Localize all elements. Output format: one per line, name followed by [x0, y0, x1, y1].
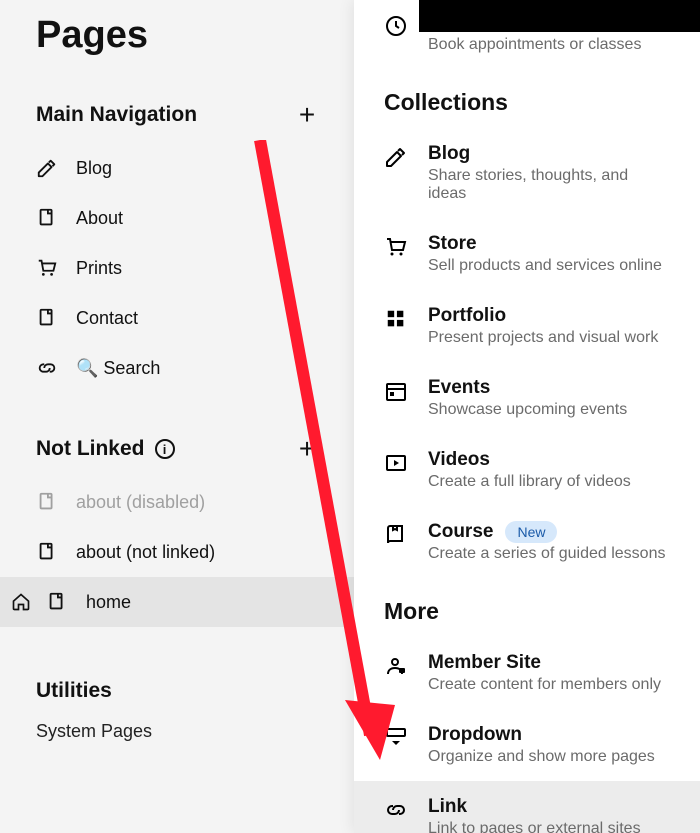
dropdown-icon — [384, 726, 408, 750]
page-icon — [36, 207, 58, 229]
menu-title: Portfolio — [428, 305, 670, 327]
nav-label: home — [86, 592, 131, 613]
add-main-nav-button[interactable]: + — [295, 103, 319, 127]
nav-label: about (not linked) — [76, 542, 215, 563]
group-title-collections: Collections — [354, 69, 700, 128]
menu-title: Link — [428, 796, 670, 818]
pen-icon — [384, 145, 408, 169]
page-icon — [36, 491, 58, 513]
menu-desc: Create content for members only — [428, 676, 670, 694]
nav-label: about (disabled) — [76, 492, 205, 513]
page-icon — [46, 591, 68, 613]
nav-item-about-disabled[interactable]: about (disabled) — [36, 477, 319, 527]
menu-desc: Create a series of guided lessons — [428, 545, 670, 563]
window-top-blackbar — [419, 0, 700, 32]
info-icon[interactable]: i — [155, 439, 175, 459]
nav-item-blog[interactable]: Blog — [36, 143, 319, 193]
menu-desc: Share stories, thoughts, and ideas — [428, 167, 670, 203]
page-icon — [36, 541, 58, 563]
nav-item-contact[interactable]: Contact — [36, 293, 319, 343]
menu-desc: Create a full library of videos — [428, 473, 670, 491]
menu-title: Dropdown — [428, 724, 670, 746]
menu-desc: Book appointments or classes — [428, 36, 670, 54]
nav-item-about-notlinked[interactable]: about (not linked) — [36, 527, 319, 577]
video-icon — [384, 451, 408, 475]
link-icon — [36, 357, 58, 379]
menu-item-videos[interactable]: Videos Create a full library of videos — [354, 434, 700, 506]
grid-icon — [384, 307, 408, 331]
menu-title: Blog — [428, 143, 670, 165]
not-linked-section: Not Linked i + about (disabled) about (n… — [0, 427, 355, 577]
main-navigation-title: Main Navigation — [36, 103, 197, 127]
cart-icon — [36, 257, 58, 279]
nav-item-about[interactable]: About — [36, 193, 319, 243]
nav-item-home[interactable]: home — [0, 577, 355, 627]
nav-label: Blog — [76, 158, 112, 179]
menu-item-portfolio[interactable]: Portfolio Present projects and visual wo… — [354, 290, 700, 362]
member-icon — [384, 654, 408, 678]
menu-item-course[interactable]: Course New Create a series of guided les… — [354, 506, 700, 578]
menu-desc: Sell products and services online — [428, 257, 670, 275]
menu-desc: Showcase upcoming events — [428, 401, 670, 419]
menu-title: Course New — [428, 521, 670, 543]
link-icon — [384, 798, 408, 822]
menu-desc: Organize and show more pages — [428, 748, 670, 766]
nav-item-prints[interactable]: Prints — [36, 243, 319, 293]
nav-label: Prints — [76, 258, 122, 279]
menu-title: Store — [428, 233, 670, 255]
menu-item-dropdown[interactable]: Dropdown Organize and show more pages — [354, 709, 700, 781]
menu-title: Videos — [428, 449, 670, 471]
utilities-section: Utilities System Pages — [0, 679, 355, 752]
pen-icon — [36, 157, 58, 179]
home-icon — [10, 591, 32, 613]
menu-title: Member Site — [428, 652, 670, 674]
menu-item-store[interactable]: Store Sell products and services online — [354, 218, 700, 290]
calendar-icon — [384, 379, 408, 403]
nav-item-search[interactable]: 🔍 Search — [36, 343, 319, 393]
add-page-flyout: Scheduling Book appointments or classes … — [354, 0, 700, 833]
pages-sidebar: Pages Main Navigation + Blog About Print… — [0, 0, 355, 752]
not-linked-title: Not Linked i — [36, 437, 175, 461]
menu-desc: Link to pages or external sites — [428, 820, 670, 833]
system-pages-link[interactable]: System Pages — [36, 721, 319, 752]
book-icon — [384, 523, 408, 547]
cart-icon — [384, 235, 408, 259]
nav-label: 🔍 Search — [76, 358, 160, 379]
add-not-linked-button[interactable]: + — [295, 437, 319, 461]
menu-item-events[interactable]: Events Showcase upcoming events — [354, 362, 700, 434]
menu-desc: Present projects and visual work — [428, 329, 670, 347]
clock-icon — [384, 14, 408, 38]
menu-item-blog[interactable]: Blog Share stories, thoughts, and ideas — [354, 128, 700, 218]
menu-item-member-site[interactable]: Member Site Create content for members o… — [354, 637, 700, 709]
main-navigation-section: Main Navigation + Blog About Prints Cont… — [0, 93, 355, 393]
new-badge: New — [505, 521, 557, 543]
page-title: Pages — [0, 0, 355, 93]
nav-label: About — [76, 208, 123, 229]
menu-title: Events — [428, 377, 670, 399]
page-icon — [36, 307, 58, 329]
menu-item-link[interactable]: Link Link to pages or external sites — [354, 781, 700, 833]
utilities-title: Utilities — [36, 679, 319, 721]
group-title-more: More — [354, 578, 700, 637]
nav-label: Contact — [76, 308, 138, 329]
